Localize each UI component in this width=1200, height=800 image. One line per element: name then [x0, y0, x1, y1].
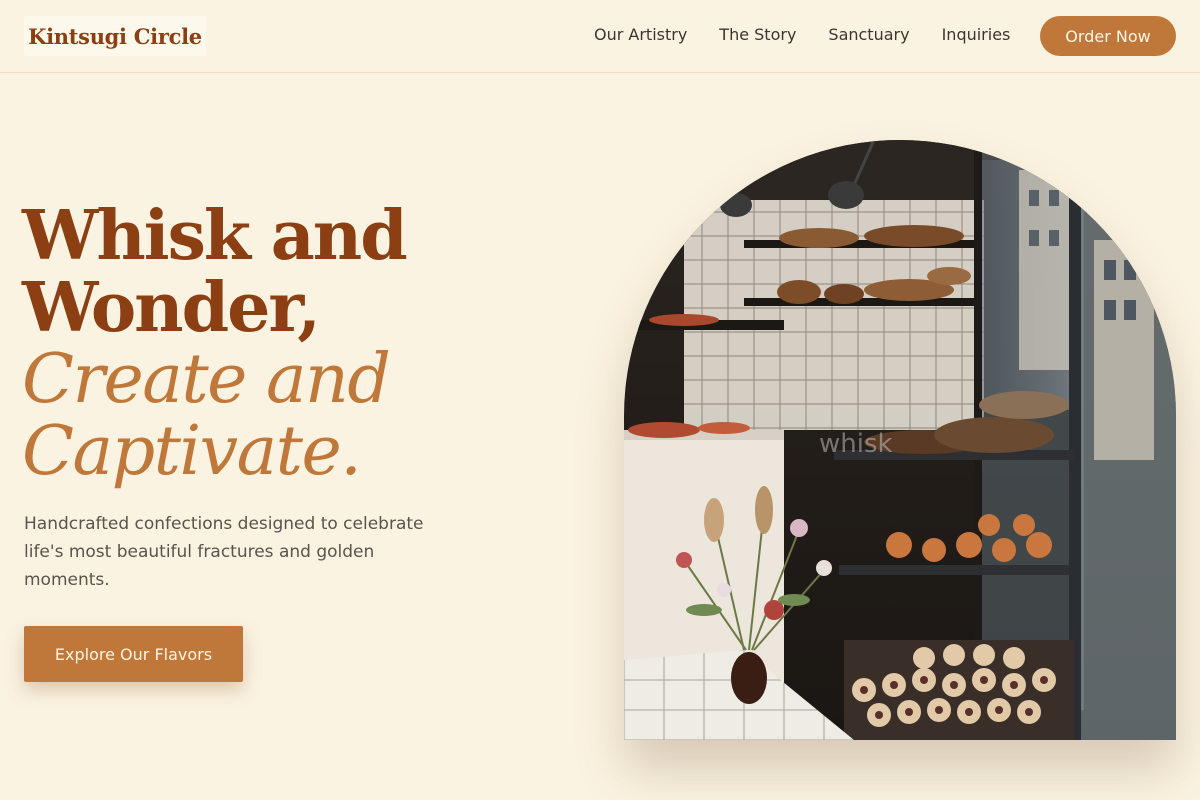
headline-line-2: Wonder, [22, 268, 321, 348]
main-nav: Our Artistry The Story Sanctuary Inquiri… [594, 24, 1010, 46]
hero-headline: Whisk and Wonder, Create and Captivate. [22, 196, 408, 491]
hero-subtitle: Handcrafted confections designed to cele… [24, 514, 424, 590]
explore-flavors-button[interactable]: Explore Our Flavors [24, 626, 243, 682]
headline-line-1: Whisk and [22, 196, 408, 276]
bakery-display-image: whisk [624, 140, 1176, 740]
site-header: Kintsugi Circle Our Artistry The Story S… [0, 0, 1200, 73]
order-now-button[interactable]: Order Now [1040, 16, 1176, 56]
headline-line-3: Create and [22, 340, 391, 419]
nav-link-the-story[interactable]: The Story [719, 24, 796, 46]
brand-logo[interactable]: Kintsugi Circle [24, 16, 206, 56]
window-lettering: whisk [819, 429, 893, 459]
nav-link-sanctuary[interactable]: Sanctuary [828, 24, 909, 46]
headline-line-4: Captivate. [22, 412, 362, 491]
nav-link-our-artistry[interactable]: Our Artistry [594, 24, 687, 46]
nav-link-inquiries[interactable]: Inquiries [942, 24, 1011, 46]
